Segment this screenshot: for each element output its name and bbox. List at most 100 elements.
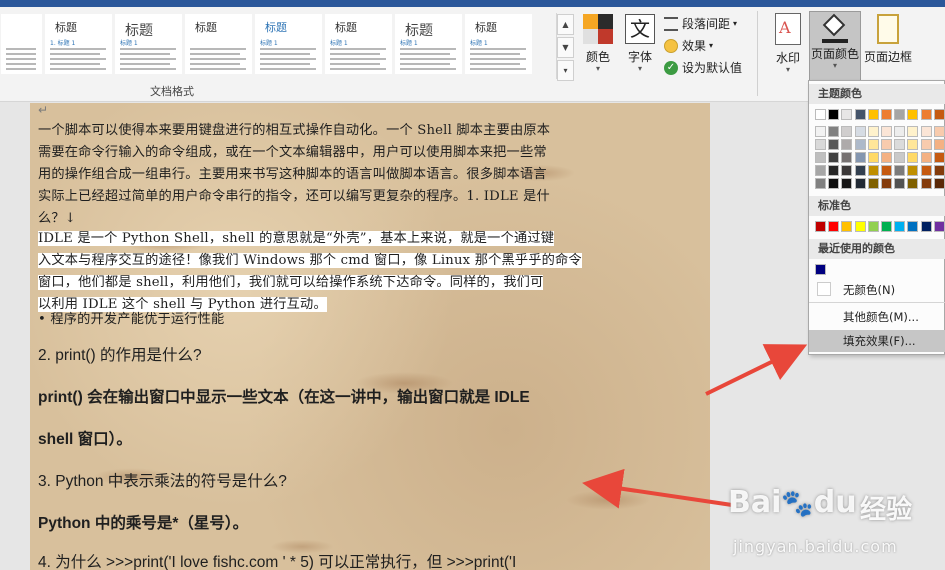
theme-color-shade-swatch[interactable] [907,139,919,150]
theme-color-swatch[interactable] [841,109,853,120]
standard-color-swatch[interactable] [881,221,892,232]
answer-2-line-2[interactable]: shell 窗口）。 [38,427,132,449]
theme-color-shade-swatch[interactable] [854,178,866,189]
effects-button[interactable]: 效果 ▾ [664,35,754,57]
theme-color-shade-swatch[interactable] [828,165,840,176]
theme-color-shade-swatch[interactable] [894,152,906,163]
theme-color-shade-swatch[interactable] [815,152,826,163]
theme-color-shade-swatch[interactable] [815,165,826,176]
theme-color-shade-swatch[interactable] [920,126,932,137]
question-2[interactable]: 2. print() 的作用是什么? [38,343,202,365]
standard-color-swatch[interactable] [894,221,906,232]
standard-color-swatch[interactable] [841,221,853,232]
theme-color-shade-swatch[interactable] [933,165,945,176]
theme-color-shade-swatch[interactable] [841,178,853,189]
theme-color-shade-swatch[interactable] [920,165,932,176]
theme-color-shade-swatch[interactable] [881,178,892,189]
theme-color-shade-swatch[interactable] [920,139,932,150]
theme-color-shade-swatch[interactable] [881,126,892,137]
theme-color-shade-swatch[interactable] [841,126,853,137]
theme-color-shade-swatch[interactable] [828,139,840,150]
theme-color-shade-swatch[interactable] [867,165,879,176]
theme-color-shade-swatch[interactable] [854,165,866,176]
bullet-item[interactable]: • 程序的开发产能优于运行性能 [38,309,224,331]
style-set-thumbnail[interactable]: 标题 标题 1 [394,13,463,75]
theme-color-shade-swatch[interactable] [828,178,840,189]
theme-color-shade-swatch[interactable] [907,178,919,189]
gallery-scroll-down[interactable]: ▼ [557,37,574,58]
theme-color-shade-swatch[interactable] [933,139,945,150]
theme-color-shade-swatch[interactable] [841,139,853,150]
style-set-thumbnail[interactable]: 标题 标题 1 [114,13,183,75]
theme-color-shade-swatch[interactable] [920,152,932,163]
standard-color-swatch[interactable] [854,221,866,232]
theme-color-swatch[interactable] [867,109,879,120]
theme-color-shade-swatch[interactable] [920,178,932,189]
theme-color-swatch[interactable] [828,109,840,120]
style-set-thumbnail[interactable] [0,13,43,75]
more-colors-item[interactable]: 其他颜色(M)... [809,306,945,328]
standard-color-swatch[interactable] [920,221,932,232]
theme-color-shade-swatch[interactable] [841,165,853,176]
fonts-button[interactable]: 文 字体 ▾ [620,11,660,81]
theme-color-shade-swatch[interactable] [867,126,879,137]
theme-color-shade-swatch[interactable] [933,126,945,137]
theme-color-shade-swatch[interactable] [841,152,853,163]
theme-color-shade-swatch[interactable] [881,165,892,176]
recent-color-swatch[interactable] [815,264,826,275]
theme-color-shade-swatch[interactable] [894,126,906,137]
page-color-button[interactable]: 页面颜色 ▾ [809,11,861,81]
standard-color-swatch[interactable] [933,221,945,232]
watermark-button[interactable]: A 水印 ▾ [768,11,808,81]
theme-color-shade-swatch[interactable] [867,139,879,150]
standard-color-swatch[interactable] [815,221,826,232]
question-3[interactable]: 3. Python 中表示乘法的符号是什么? [38,469,287,491]
fill-effects-item[interactable]: 填充效果(F)... [809,330,945,352]
standard-color-swatch[interactable] [867,221,879,232]
standard-color-swatch[interactable] [907,221,919,232]
theme-color-shade-swatch[interactable] [815,139,826,150]
theme-color-swatch[interactable] [907,109,919,120]
paragraph-1[interactable]: 一个脚本可以使得本来要用键盘进行的相互式操作自动化。一个 Shell 脚本主要由… [38,120,550,230]
theme-color-shade-swatch[interactable] [828,126,840,137]
theme-color-shade-swatch[interactable] [867,178,879,189]
question-4[interactable]: 4. 为什么 >>>print('I love fishc.com ' * 5)… [38,550,516,570]
style-set-thumbnail[interactable]: 标题 标题 1 [254,13,323,75]
style-set-thumbnail[interactable]: 标题 [184,13,253,75]
style-set-thumbnail[interactable]: 标题 标题 1 [324,13,393,75]
theme-color-shade-swatch[interactable] [867,152,879,163]
theme-color-shade-swatch[interactable] [907,152,919,163]
theme-color-swatch[interactable] [881,109,892,120]
paragraph-2-highlighted[interactable]: IDLE 是一个 Python Shell，shell 的意思就是“外壳”，基本… [38,228,582,316]
theme-color-swatch[interactable] [933,109,945,120]
answer-2-line-1[interactable]: print() 会在输出窗口中显示一些文本（在这一讲中，输出窗口就是 IDLE [38,385,530,407]
theme-color-shade-swatch[interactable] [881,152,892,163]
page-borders-button[interactable]: 页面边框 [862,11,914,81]
theme-color-shade-swatch[interactable] [907,126,919,137]
theme-color-swatch[interactable] [894,109,906,120]
theme-color-swatch[interactable] [854,109,866,120]
theme-color-shade-swatch[interactable] [828,152,840,163]
no-color-item[interactable]: 无颜色(N) [809,279,945,301]
theme-color-shade-swatch[interactable] [854,152,866,163]
paragraph-spacing-button[interactable]: 段落间距 ▾ [664,13,754,35]
theme-color-shade-swatch[interactable] [894,165,906,176]
document-page[interactable]: ↵ 一个脚本可以使得本来要用键盘进行的相互式操作自动化。一个 Shell 脚本主… [30,103,710,570]
set-as-default-button[interactable]: ✓ 设为默认值 [664,57,754,79]
theme-color-shade-swatch[interactable] [933,178,945,189]
colors-button[interactable]: 颜色 ▾ [578,11,618,81]
theme-color-shade-swatch[interactable] [907,165,919,176]
theme-color-swatch[interactable] [815,109,826,120]
theme-color-shade-swatch[interactable] [815,178,826,189]
theme-color-shade-swatch[interactable] [815,126,826,137]
theme-color-swatch[interactable] [920,109,932,120]
gallery-expand[interactable]: ▾ [557,60,574,81]
theme-color-shade-swatch[interactable] [881,139,892,150]
theme-color-shade-swatch[interactable] [854,126,866,137]
gallery-scroll-up[interactable]: ▲ [557,14,574,35]
answer-3[interactable]: Python 中的乘号是*（星号）。 [38,511,248,533]
theme-color-shade-swatch[interactable] [854,139,866,150]
theme-color-shade-swatch[interactable] [933,152,945,163]
standard-color-swatch[interactable] [828,221,840,232]
theme-color-shade-swatch[interactable] [894,139,906,150]
